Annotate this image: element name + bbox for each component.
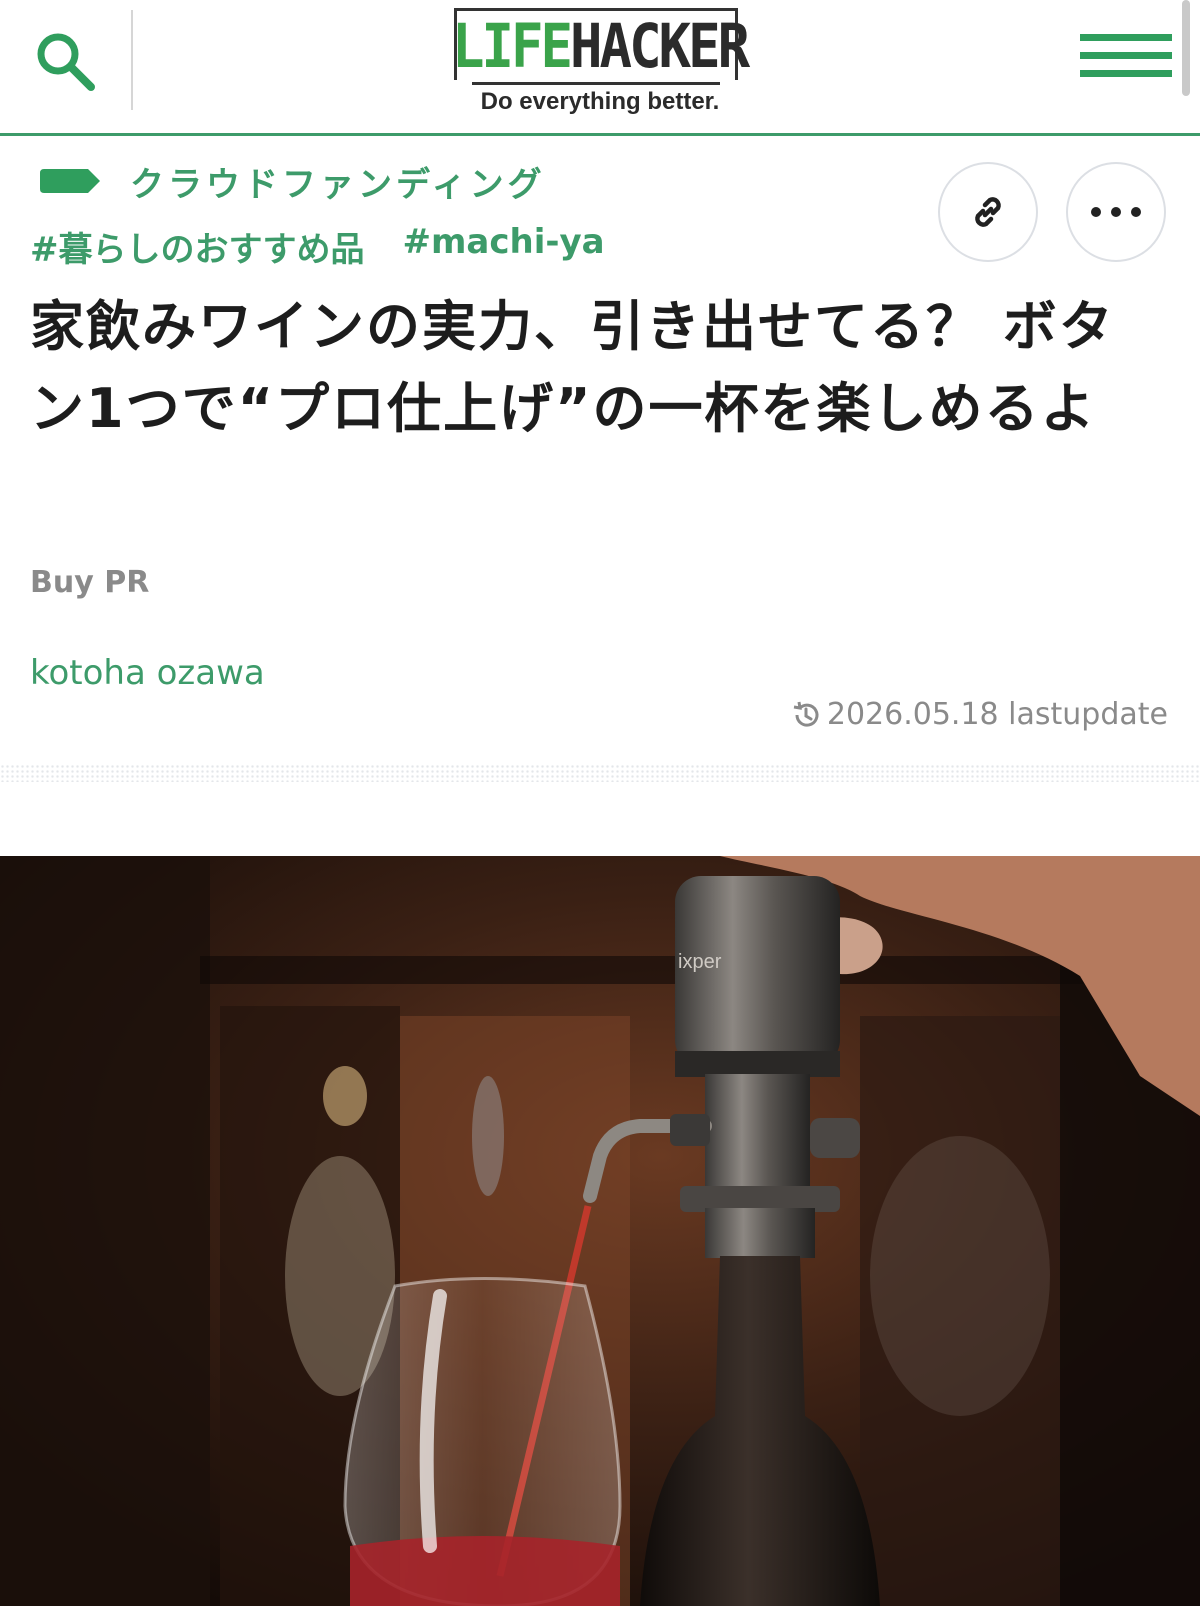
article-type-label: Buy PR bbox=[30, 565, 150, 600]
tag-machi-ya[interactable]: #machi-ya bbox=[403, 222, 605, 271]
copy-link-button[interactable] bbox=[938, 162, 1038, 262]
scrollbar-thumb[interactable] bbox=[1182, 0, 1190, 96]
article-title: 家飲みワインの実力、引き出せてる？ ボタン1つで“プロ仕上げ”の一杯を楽しめるよ bbox=[30, 295, 1115, 440]
category-row: クラウドファンディング bbox=[40, 156, 546, 206]
hero-photo-illustration: ixper bbox=[0, 856, 1200, 1606]
search-icon bbox=[37, 33, 95, 91]
menu-bar-3 bbox=[1080, 70, 1172, 77]
header-divider bbox=[131, 10, 133, 110]
logo-wordmark: LIFEHACKER bbox=[452, 10, 750, 82]
hamburger-menu-icon bbox=[1080, 34, 1172, 41]
more-options-button[interactable] bbox=[1066, 162, 1166, 262]
more-dots-icon bbox=[1091, 207, 1141, 217]
search-button[interactable] bbox=[30, 26, 102, 98]
author-link[interactable]: kotoha ozawa bbox=[30, 653, 265, 693]
link-icon bbox=[975, 197, 1001, 227]
logo-hacker-text: HACKER bbox=[570, 10, 750, 82]
site-logo[interactable]: LIFEHACKER Do everything better. bbox=[452, 2, 750, 120]
logo-tagline: Do everything better. bbox=[480, 88, 720, 115]
tags-row: #暮らしのおすすめ品 #machi-ya bbox=[30, 222, 643, 271]
hero-image: ixper bbox=[0, 856, 1200, 1606]
section-divider bbox=[0, 764, 1200, 782]
last-updated-text: 2026.05.18 lastupdate bbox=[826, 697, 1168, 732]
category-label[interactable]: クラウドファンディング bbox=[130, 157, 546, 206]
device-brand-text: ixper bbox=[678, 951, 722, 973]
menu-bar-2 bbox=[1080, 52, 1172, 59]
tag-kurashi[interactable]: #暮らしのおすすめ品 bbox=[30, 222, 365, 271]
history-icon bbox=[793, 701, 819, 727]
logo-underline bbox=[472, 82, 720, 85]
tag-icon[interactable] bbox=[40, 169, 102, 193]
logo-life-text: LIFE bbox=[452, 10, 573, 82]
last-updated: 2026.05.18 lastupdate bbox=[791, 697, 1168, 732]
menu-button[interactable] bbox=[1080, 34, 1172, 90]
site-header: LIFEHACKER Do everything better. bbox=[0, 0, 1200, 136]
